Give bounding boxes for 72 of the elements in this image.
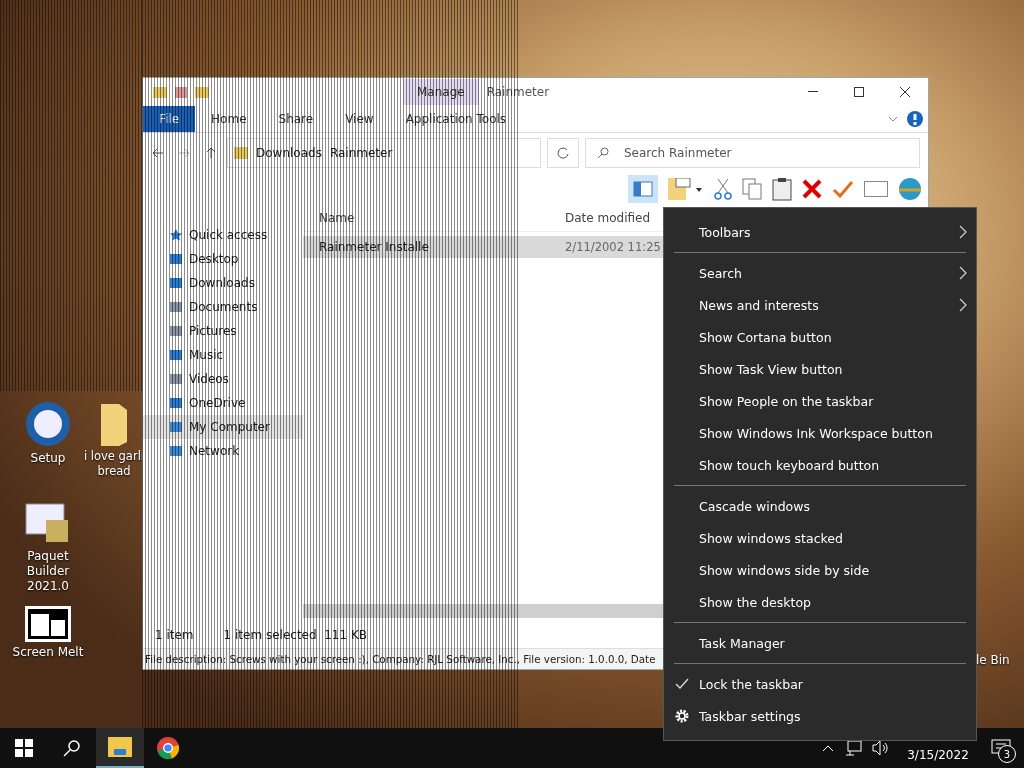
file-explorer-button[interactable] — [96, 728, 144, 768]
menu-item[interactable]: News and interests — [664, 289, 976, 321]
refresh-icon — [557, 147, 569, 159]
status-text: 1 item — [155, 628, 194, 642]
chevron-up-icon[interactable] — [822, 744, 834, 752]
menu-item[interactable]: Show People on the taskbar — [664, 385, 976, 417]
browser-logo-icon — [156, 736, 180, 760]
navigation-item[interactable]: Desktop — [143, 247, 303, 271]
maximize-icon — [854, 87, 864, 97]
folder-view-icon[interactable] — [668, 178, 704, 200]
column-header[interactable]: Date modified — [565, 211, 651, 225]
navigation-item[interactable]: Pictures — [143, 319, 303, 343]
network-icon[interactable] — [844, 740, 862, 756]
windows-logo-icon — [15, 739, 33, 757]
chevron-right-icon — [958, 225, 968, 239]
desktop-icon-label[interactable]: Screen Melt — [12, 645, 84, 660]
volume-icon[interactable] — [872, 740, 890, 756]
chevron-right-icon — [958, 266, 968, 280]
menu-item[interactable]: Search — [664, 257, 976, 289]
navigation-item[interactable]: Quick access — [143, 223, 303, 247]
ribbon-tab[interactable]: Application Tools — [389, 106, 523, 132]
copy-icon[interactable] — [742, 178, 762, 200]
star-icon — [169, 228, 183, 242]
notification-button[interactable]: 3 — [986, 733, 1016, 763]
menu-item[interactable]: Show windows side by side — [664, 554, 976, 586]
menu-item[interactable]: Show windows stacked — [664, 522, 976, 554]
menu-item[interactable]: Show touch keyboard button — [664, 449, 976, 481]
close-icon — [900, 87, 910, 97]
menu-item[interactable]: Show Cortana button — [664, 321, 976, 353]
monitor-icon — [169, 252, 183, 266]
menu-item[interactable]: Cascade windows — [664, 490, 976, 522]
menu-item[interactable]: Show the desktop — [664, 586, 976, 618]
menu-item[interactable]: Show Task View button — [664, 353, 976, 385]
menu-item[interactable]: Lock the taskbar — [664, 668, 976, 700]
address-bar[interactable]: Downloads Rainmeter — [227, 138, 541, 168]
menu-item[interactable]: Show Windows Ink Workspace button — [664, 417, 976, 449]
ribbon-tab[interactable]: Home — [195, 106, 263, 132]
seven-zip-icon — [25, 606, 71, 642]
panel-layout-icon[interactable] — [628, 175, 658, 203]
clipboard-icon[interactable] — [772, 177, 792, 201]
folder-icon — [108, 737, 132, 757]
settings-icon — [675, 709, 689, 723]
folder-icon — [234, 147, 248, 159]
checkmark-icon — [675, 677, 689, 691]
search-icon — [597, 147, 609, 159]
breadcrumb[interactable]: Rainmeter — [329, 146, 393, 160]
breadcrumb[interactable]: Downloads — [256, 146, 322, 160]
delete-x-icon[interactable] — [802, 179, 822, 199]
navigation-item[interactable]: Downloads — [143, 271, 303, 295]
desktop-icon-label[interactable]: i love garli bread — [83, 449, 145, 479]
scissors-icon[interactable] — [714, 178, 732, 200]
navigation-item[interactable]: Music — [143, 343, 303, 367]
checkmark-icon[interactable] — [832, 180, 854, 198]
desktop-icon-label[interactable]: Paquet Builder 2021.0 — [8, 549, 88, 594]
status-text: 1 item selected 111 KB — [223, 628, 368, 642]
refresh-button[interactable] — [547, 138, 579, 168]
desktop-icon-label[interactable]: le Bin — [976, 653, 1010, 667]
ribbon-tab[interactable]: View — [329, 106, 390, 132]
minimize-icon — [808, 91, 818, 93]
monitor-icon — [169, 444, 183, 458]
monitor-icon — [169, 420, 183, 434]
navigation-item[interactable]: Videos — [143, 367, 303, 391]
desktop-icon-label[interactable]: Setup — [30, 451, 66, 466]
menu-item[interactable]: Taskbar settings — [664, 700, 976, 732]
chevron-right-icon — [958, 298, 968, 312]
navigation-item[interactable]: Documents — [143, 295, 303, 319]
navigation-item[interactable]: My Computer — [143, 415, 303, 439]
search-icon — [63, 739, 81, 757]
navigation-item[interactable]: OneDrive — [143, 391, 303, 415]
search-field[interactable]: Search Rainmeter — [585, 138, 920, 168]
navigation-item[interactable]: Network — [143, 439, 303, 463]
envelope-icon[interactable] — [864, 181, 888, 197]
